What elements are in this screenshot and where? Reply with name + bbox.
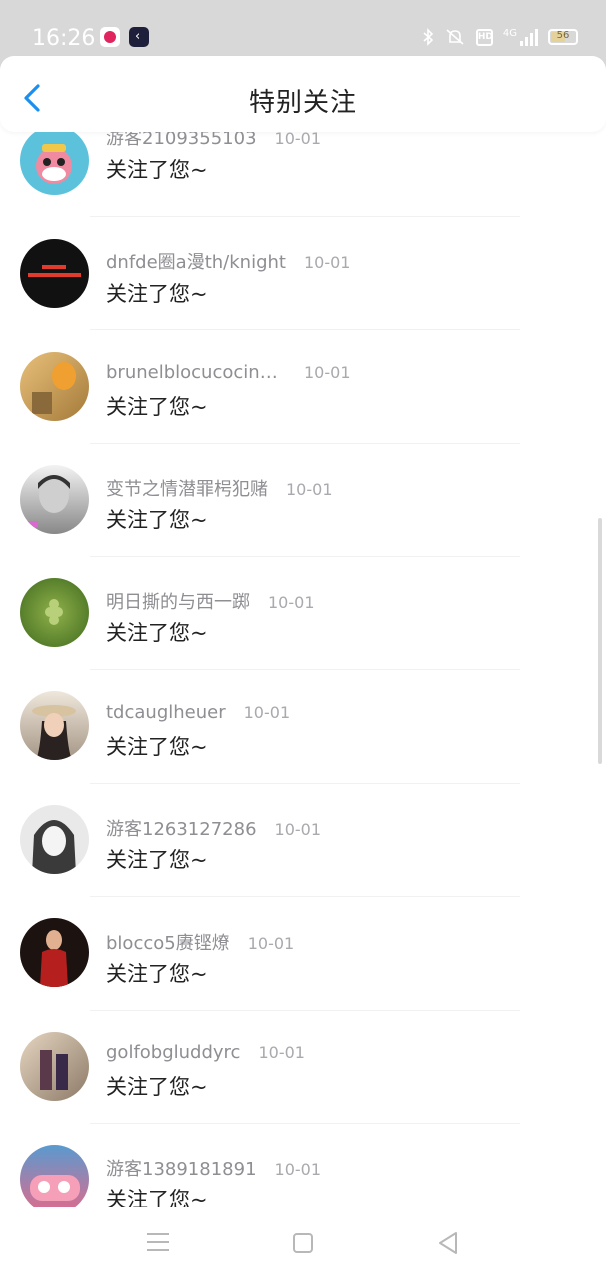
list-item[interactable]: 游客2109355103 10-01 关注了您~ (0, 132, 606, 217)
avatar[interactable] (20, 918, 89, 987)
balloon-avatar-icon (32, 362, 76, 414)
date: 10-01 (274, 820, 322, 839)
monkey-avatar-icon (36, 144, 72, 184)
username[interactable]: 游客2109355103 (106, 132, 257, 150)
list-item[interactable]: tdcauglheuer 10-01 关注了您~ (0, 662, 606, 784)
date: 10-01 (247, 934, 295, 953)
grapes-avatar-icon (45, 599, 63, 625)
home-square-icon[interactable] (293, 1233, 313, 1253)
list-item[interactable]: 明日撕的与西一踯 10-01 关注了您~ (0, 548, 606, 670)
list-item[interactable]: golfobgluddyrc 10-01 关注了您~ (0, 1002, 606, 1124)
system-nav-bar (0, 1207, 606, 1280)
date: 10-01 (304, 363, 351, 382)
date: 10-01 (303, 253, 351, 272)
avatar[interactable] (20, 239, 89, 308)
avatar[interactable] (20, 1032, 89, 1101)
header: 特别关注 (0, 56, 606, 132)
avatar[interactable] (20, 805, 89, 874)
username[interactable]: 游客1263127286 (106, 815, 257, 841)
avatar[interactable] (20, 1145, 89, 1207)
message: 关注了您~ (106, 848, 208, 872)
date: 10-01 (243, 703, 291, 722)
username[interactable]: golfobgluddyrc (106, 1042, 240, 1063)
username[interactable]: tdcauglheuer (106, 702, 226, 723)
app-pink-icon (100, 27, 120, 47)
message: 关注了您~ (106, 1075, 208, 1099)
battery-icon: 56 (548, 29, 578, 45)
couple-avatar-icon (40, 1050, 68, 1090)
message: 关注了您~ (106, 395, 208, 419)
girl-bw-avatar-icon (32, 820, 76, 874)
username[interactable]: dnfde圈a漫th/knight (106, 248, 286, 274)
message: 关注了您~ (106, 508, 208, 532)
list-item[interactable]: brunelblocucocinel... 10-01 关注了您~ (0, 322, 606, 444)
list-item[interactable]: 游客1389181891 10-01 关注了您~ (0, 1115, 606, 1207)
woman-hat-avatar-icon (32, 705, 76, 760)
list-item[interactable]: 游客1263127286 10-01 关注了您~ (0, 775, 606, 897)
menu-icon[interactable] (147, 1233, 169, 1251)
avatar[interactable] (20, 691, 89, 760)
back-triangle-icon[interactable] (436, 1231, 460, 1255)
hd-icon: HD (475, 28, 493, 46)
page-title: 特别关注 (248, 88, 357, 118)
username[interactable]: 变节之情潜罪枵犯赌 (106, 475, 268, 501)
message: 关注了您~ (106, 282, 208, 306)
date: 10-01 (268, 593, 315, 612)
list-item[interactable]: 变节之情潜罪枵犯赌 10-01 关注了您~ (0, 435, 606, 557)
pink-car-avatar-icon (30, 1175, 80, 1201)
username[interactable]: blocco5赓铿燎 (106, 929, 230, 955)
status-time: 16:26 (32, 26, 96, 51)
username[interactable]: 明日撕的与西一踯 (106, 588, 250, 614)
message: 关注了您~ (106, 1188, 208, 1207)
avatar[interactable] (20, 352, 89, 421)
username[interactable]: brunelblocucocinel... (106, 362, 286, 383)
avatar[interactable] (20, 465, 89, 534)
woman-red-avatar-icon (40, 930, 68, 987)
avatar[interactable] (20, 132, 89, 195)
bluetooth-icon (423, 28, 434, 46)
list-item[interactable]: dnfde圈a漫th/knight 10-01 关注了您~ (0, 208, 606, 330)
message: 关注了您~ (106, 735, 208, 759)
network-type-label: 4G (502, 28, 517, 39)
avatar[interactable] (20, 578, 89, 647)
follow-list[interactable]: 游客2109355103 10-01 关注了您~ dnfde圈a漫th/knig… (0, 132, 606, 1207)
signal-icon: 4G (503, 28, 538, 46)
message: 关注了您~ (106, 621, 208, 645)
app-dark-icon: ‹ (129, 27, 149, 47)
text-avatar-icon (28, 265, 81, 277)
message: 关注了您~ (106, 158, 208, 182)
date: 10-01 (286, 480, 333, 499)
list-item[interactable]: blocco5赓铿燎 10-01 关注了您~ (0, 889, 606, 1011)
message: 关注了您~ (106, 962, 208, 986)
date: 10-01 (274, 132, 322, 148)
date: 10-01 (258, 1043, 305, 1062)
scrollbar[interactable] (598, 518, 602, 764)
username[interactable]: 游客1389181891 (106, 1155, 257, 1181)
date: 10-01 (274, 1160, 322, 1179)
mute-vibrate-icon (446, 29, 464, 45)
battery-level: 56 (556, 30, 570, 41)
portrait-avatar-icon (24, 475, 70, 527)
status-icons: HD 4G 56 (422, 26, 578, 48)
